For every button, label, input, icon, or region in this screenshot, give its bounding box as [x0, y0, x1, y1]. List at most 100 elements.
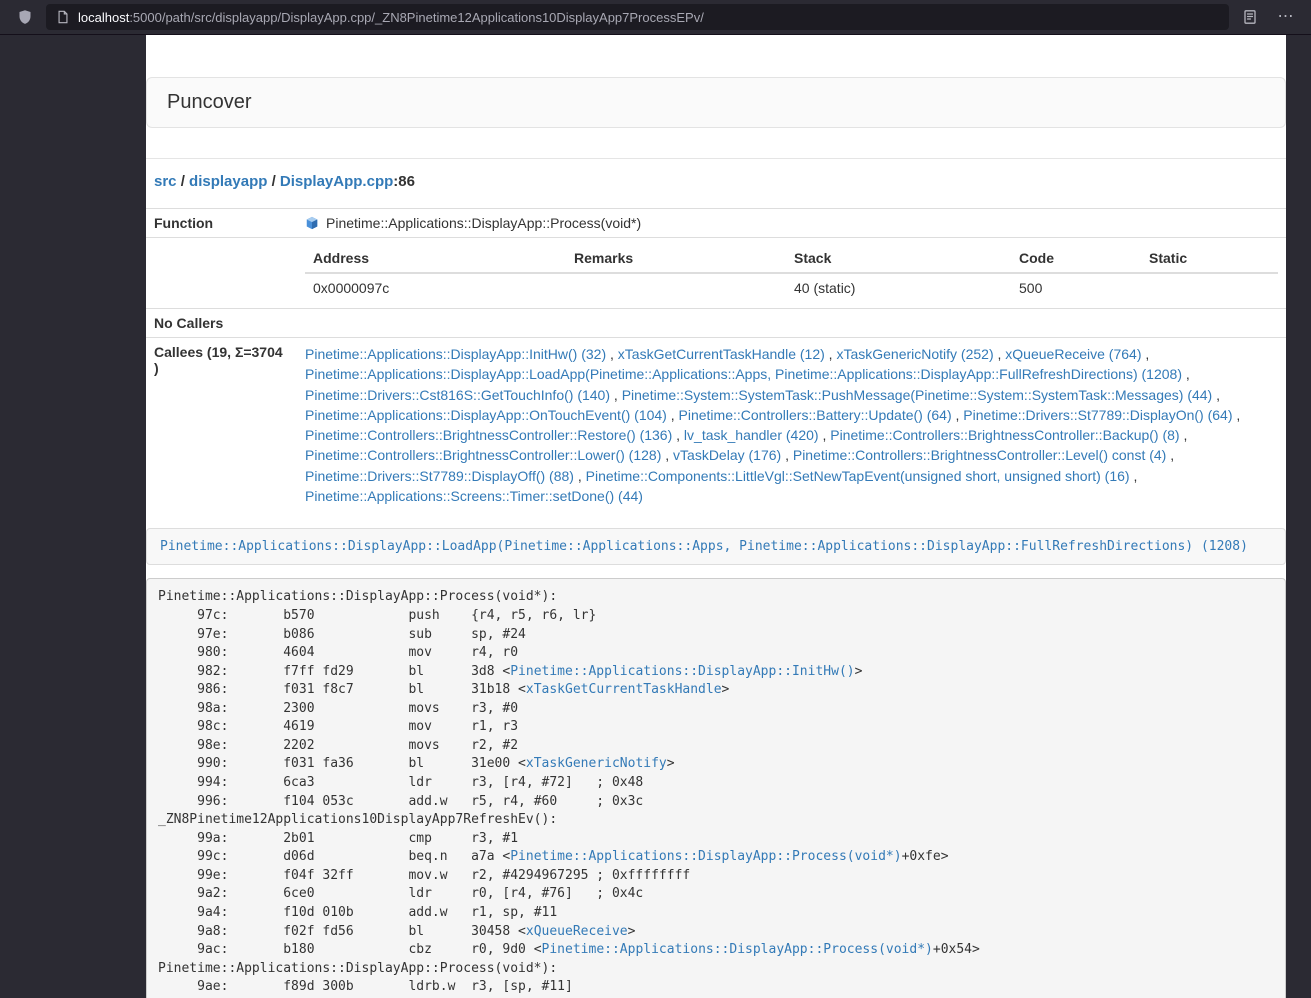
- browser-toolbar: localhost:5000/path/src/displayapp/Displ…: [0, 0, 1311, 35]
- callee-link[interactable]: Pinetime::Controllers::BrightnessControl…: [305, 427, 672, 443]
- header-stack: Stack: [786, 244, 1011, 273]
- cell-remarks: [566, 273, 786, 302]
- callee-separator: ,: [1130, 468, 1138, 484]
- symbol-link[interactable]: xTaskGenericNotify: [526, 756, 667, 771]
- more-tools-button[interactable]: ⋯: [1271, 4, 1301, 30]
- callee-link[interactable]: Pinetime::Applications::DisplayApp::Load…: [305, 366, 1182, 382]
- callee-separator: ,: [574, 468, 586, 484]
- table-row-details: Address Remarks Stack Code Static 0x0000…: [146, 238, 1286, 309]
- breadcrumb-link-src[interactable]: src: [154, 173, 177, 190]
- cell-stack: 40 (static): [786, 273, 1011, 302]
- callee-link[interactable]: Pinetime::Controllers::BrightnessControl…: [305, 447, 661, 463]
- callee-separator: ,: [661, 447, 673, 463]
- callee-separator: ,: [610, 387, 622, 403]
- no-callers-label: No Callers: [146, 309, 297, 338]
- asm-text: _ZN8Pinetime12Applications10DisplayApp7R…: [158, 812, 557, 827]
- url-bar[interactable]: localhost:5000/path/src/displayapp/Displ…: [46, 4, 1229, 30]
- url-text: localhost:5000/path/src/displayapp/Displ…: [78, 10, 704, 25]
- asm-text: +0xfe>: [902, 849, 949, 864]
- symbol-link[interactable]: Pinetime::Applications::DisplayApp::Proc…: [542, 942, 933, 957]
- callee-link[interactable]: Pinetime::Controllers::BrightnessControl…: [830, 427, 1179, 443]
- callees-list: Pinetime::Applications::DisplayApp::Init…: [297, 338, 1286, 513]
- details-table: Address Remarks Stack Code Static 0x0000…: [305, 244, 1278, 302]
- callee-link[interactable]: Pinetime::Components::LittleVgl::SetNewT…: [586, 468, 1130, 484]
- asm-text: 97c: b570 push {r4, r5, r6, lr}: [158, 608, 596, 623]
- callee-link[interactable]: Pinetime::System::SystemTask::PushMessag…: [622, 387, 1213, 403]
- page-title: Puncover: [167, 91, 252, 113]
- callee-link[interactable]: vTaskDelay (176): [673, 447, 781, 463]
- asm-text: 9a2: 6ce0 ldr r0, [r4, #76] ; 0x4c: [158, 886, 643, 901]
- table-row-function: Function Pinetime::Applications::Display…: [146, 209, 1286, 238]
- asm-text: 98e: 2202 movs r2, #2: [158, 738, 518, 753]
- callee-link[interactable]: Pinetime::Drivers::St7789::DisplayOff() …: [305, 468, 574, 484]
- asm-text: 996: f104 053c add.w r5, r4, #60 ; 0x3c: [158, 794, 643, 809]
- asm-text: 98c: 4619 mov r1, r3: [158, 719, 518, 734]
- selected-symbol-panel: Pinetime::Applications::DisplayApp::Load…: [146, 528, 1286, 565]
- asm-text: >: [722, 682, 730, 697]
- asm-text: >: [855, 664, 863, 679]
- callee-separator: ,: [1180, 427, 1188, 443]
- page-title-panel: Puncover: [146, 77, 1286, 128]
- asm-text: 980: 4604 mov r4, r0: [158, 645, 518, 660]
- breadcrumb-link-displayapp[interactable]: displayapp: [189, 173, 267, 190]
- asm-text: 982: f7ff fd29 bl 3d8 <: [158, 664, 510, 679]
- symbol-link[interactable]: Pinetime::Applications::DisplayApp::Init…: [510, 664, 854, 679]
- function-icon: [305, 216, 319, 230]
- function-table: Function Pinetime::Applications::Display…: [146, 208, 1286, 512]
- callee-separator: ,: [1166, 447, 1174, 463]
- cell-code: 500: [1011, 273, 1141, 302]
- details-header-row: Address Remarks Stack Code Static: [305, 244, 1278, 273]
- symbol-link[interactable]: Pinetime::Applications::DisplayApp::Proc…: [510, 849, 901, 864]
- callee-separator: ,: [819, 427, 831, 443]
- breadcrumb-separator: /: [267, 173, 280, 190]
- header-static: Static: [1141, 244, 1278, 273]
- callee-link[interactable]: Pinetime::Applications::Screens::Timer::…: [305, 488, 643, 504]
- asm-text: >: [667, 756, 675, 771]
- disassembly: Pinetime::Applications::DisplayApp::Proc…: [146, 578, 1286, 998]
- callee-separator: ,: [1212, 387, 1220, 403]
- callee-separator: ,: [825, 346, 837, 362]
- callee-link[interactable]: xTaskGetCurrentTaskHandle (12): [618, 346, 825, 362]
- header-address: Address: [305, 244, 566, 273]
- header-code: Code: [1011, 244, 1141, 273]
- asm-text: 99e: f04f 32ff mov.w r2, #4294967295 ; 0…: [158, 868, 690, 883]
- callee-link[interactable]: Pinetime::Drivers::St7789::DisplayOn() (…: [963, 407, 1232, 423]
- asm-text: 97e: b086 sub sp, #24: [158, 627, 526, 642]
- breadcrumb: src / displayapp / DisplayApp.cpp:86: [146, 173, 1286, 190]
- asm-text: +0x54>: [933, 942, 980, 957]
- asm-text: Pinetime::Applications::DisplayApp::Proc…: [158, 589, 557, 604]
- breadcrumb-link-displayapp.cpp[interactable]: DisplayApp.cpp: [280, 173, 393, 190]
- callee-link[interactable]: Pinetime::Controllers::BrightnessControl…: [793, 447, 1166, 463]
- callee-link[interactable]: Pinetime::Applications::DisplayApp::Init…: [305, 346, 606, 362]
- url-path: :5000/path/src/displayapp/DisplayApp.cpp…: [129, 10, 704, 25]
- asm-text: Pinetime::Applications::DisplayApp::Proc…: [158, 961, 557, 976]
- callee-separator: ,: [606, 346, 618, 362]
- callee-link[interactable]: xQueueReceive (764): [1005, 346, 1141, 362]
- callees-label: Callees (19, Σ=3704 ): [146, 338, 297, 513]
- cell-static: [1141, 273, 1278, 302]
- tracking-protection-button[interactable]: [10, 4, 40, 30]
- callee-link[interactable]: xTaskGenericNotify (252): [836, 346, 993, 362]
- selected-symbol-link[interactable]: Pinetime::Applications::DisplayApp::Load…: [160, 539, 1248, 554]
- ellipsis-icon: ⋯: [1278, 9, 1295, 25]
- asm-text: >: [628, 924, 636, 939]
- header-remarks: Remarks: [566, 244, 786, 273]
- callee-link[interactable]: Pinetime::Drivers::Cst816S::GetTouchInfo…: [305, 387, 610, 403]
- page-background: Puncover src / displayapp / DisplayApp.c…: [0, 35, 1311, 998]
- reader-view-button[interactable]: [1235, 4, 1265, 30]
- symbol-link[interactable]: xQueueReceive: [526, 924, 628, 939]
- asm-text: 99a: 2b01 cmp r3, #1: [158, 831, 518, 846]
- callee-link[interactable]: Pinetime::Applications::DisplayApp::OnTo…: [305, 407, 667, 423]
- asm-text: 9a8: f02f fd56 bl 30458 <: [158, 924, 526, 939]
- callee-separator: ,: [672, 427, 684, 443]
- breadcrumb-separator: /: [177, 173, 190, 190]
- symbol-link[interactable]: xTaskGetCurrentTaskHandle: [526, 682, 722, 697]
- asm-text: 9ae: f89d 300b ldrb.w r3, [sp, #11]: [158, 979, 573, 994]
- callee-link[interactable]: lv_task_handler (420): [684, 427, 819, 443]
- divider: [146, 158, 1286, 159]
- table-row-no-callers: No Callers: [146, 309, 1286, 338]
- callee-separator: ,: [1141, 346, 1149, 362]
- function-label: Function: [146, 209, 297, 238]
- callee-link[interactable]: Pinetime::Controllers::Battery::Update()…: [679, 407, 952, 423]
- callee-separator: ,: [1233, 407, 1241, 423]
